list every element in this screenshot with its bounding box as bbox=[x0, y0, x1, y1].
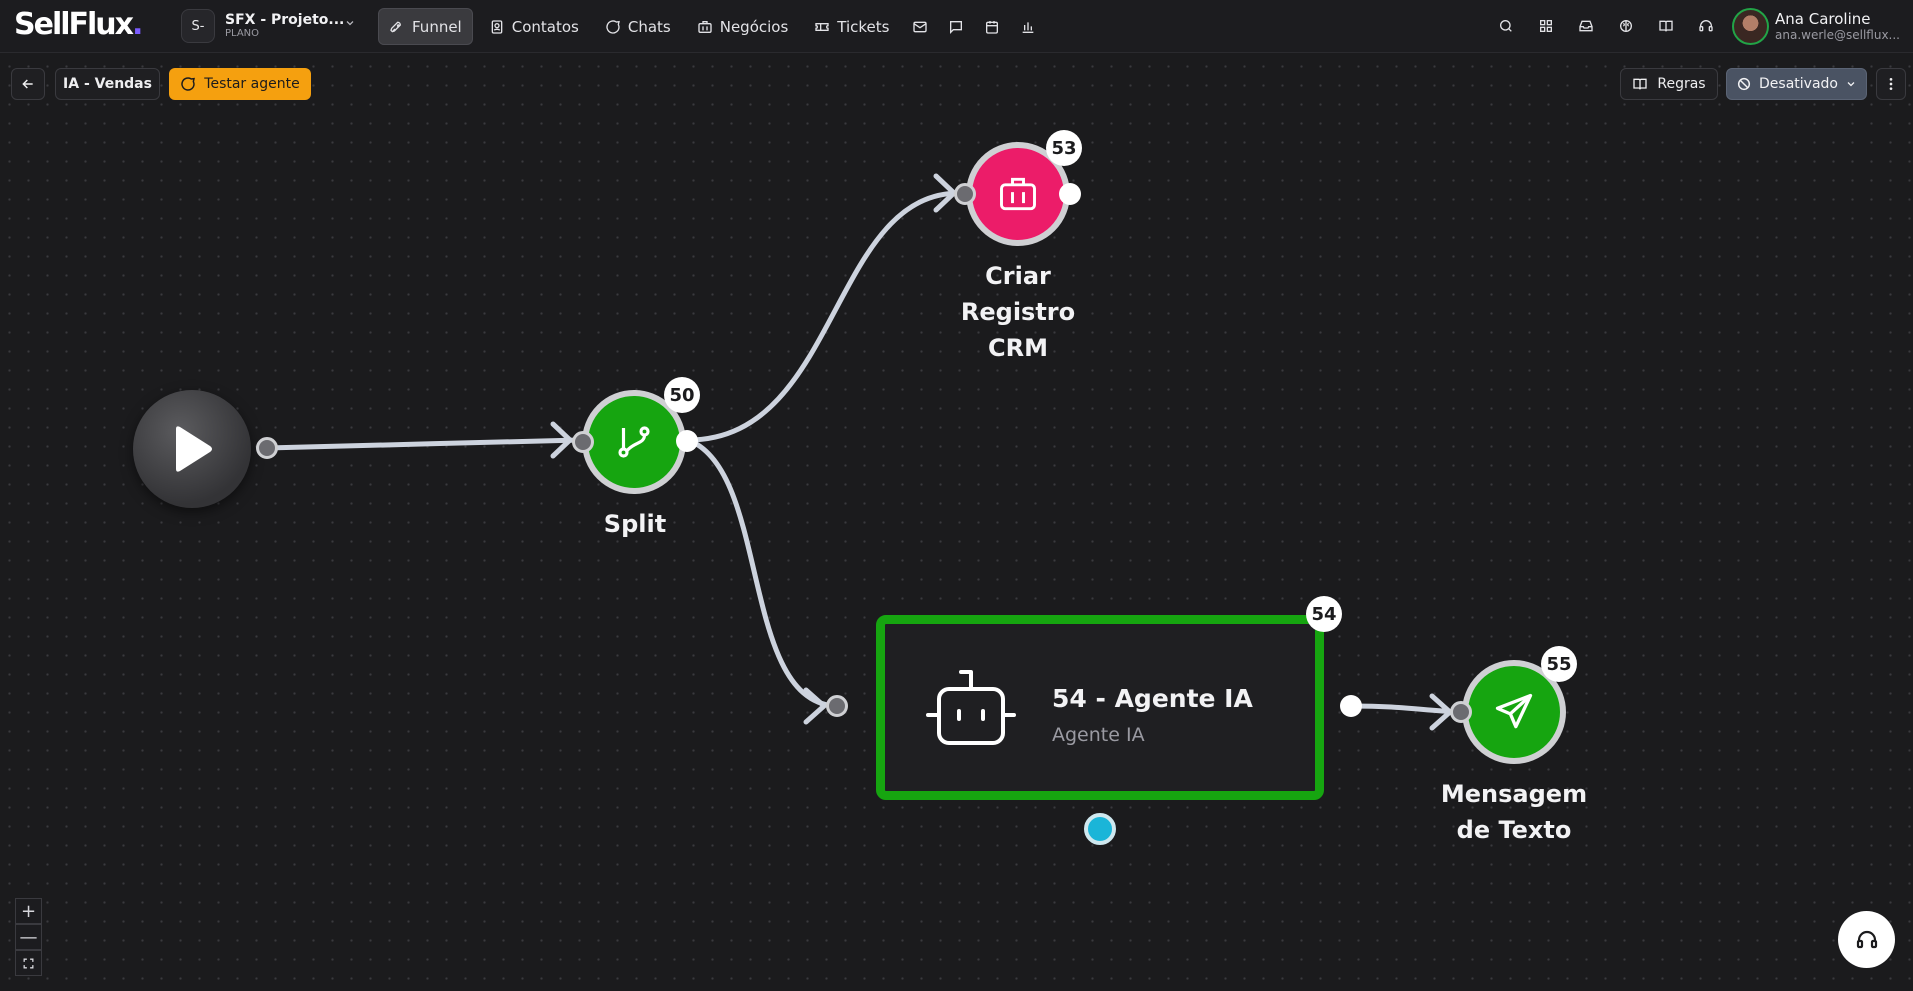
split-output-port[interactable] bbox=[676, 430, 698, 452]
help-chat-button[interactable] bbox=[1838, 911, 1895, 968]
edge-start-split[interactable] bbox=[264, 437, 583, 451]
fit-view-button[interactable] bbox=[15, 950, 42, 976]
zoom-out-button[interactable]: — bbox=[15, 924, 42, 950]
message-node-number: 55 bbox=[1541, 646, 1577, 682]
headset-icon bbox=[1856, 930, 1877, 948]
message-label-line: Mensagem bbox=[1440, 780, 1588, 808]
agent-node-subtitle: Agente IA bbox=[1052, 724, 1145, 746]
split-input-port[interactable] bbox=[572, 431, 594, 453]
crm-node-number: 53 bbox=[1046, 130, 1082, 166]
arrow-head bbox=[803, 687, 828, 725]
agent-input-port[interactable] bbox=[826, 695, 848, 717]
ai-agent-node[interactable]: 54 - Agente IA Agente IA bbox=[876, 615, 1324, 800]
start-output-port[interactable] bbox=[256, 437, 278, 459]
message-input-port[interactable] bbox=[1450, 701, 1472, 723]
briefcase-icon bbox=[1000, 177, 1036, 211]
edge-split-agent[interactable] bbox=[685, 437, 838, 709]
flow-connections bbox=[264, 173, 1461, 731]
split-node-label: Split bbox=[603, 510, 667, 538]
zoom-in-button[interactable]: + bbox=[15, 898, 42, 924]
start-node[interactable] bbox=[133, 390, 251, 508]
crm-label-line: Criar bbox=[985, 262, 1051, 290]
crm-label-line: CRM bbox=[988, 334, 1048, 362]
zoom-controls: + — bbox=[15, 898, 42, 976]
crm-node-label: Criar Registro CRM bbox=[930, 258, 1106, 366]
play-icon bbox=[176, 426, 212, 472]
message-node-label: Mensagem de Texto bbox=[1430, 776, 1598, 848]
crm-input-port[interactable] bbox=[954, 183, 976, 205]
agent-node-title: 54 - Agente IA bbox=[1052, 684, 1253, 713]
edge-split-crm[interactable] bbox=[685, 190, 965, 443]
crm-label-line: Registro bbox=[960, 298, 1076, 326]
agent-tools-port[interactable] bbox=[1084, 813, 1116, 845]
crm-output-port[interactable] bbox=[1059, 183, 1081, 205]
split-node-number: 50 bbox=[664, 377, 700, 413]
message-label-line: de Texto bbox=[1456, 816, 1572, 844]
git-branch-icon bbox=[618, 426, 650, 458]
send-icon bbox=[1495, 693, 1533, 729]
robot-icon bbox=[926, 670, 1016, 745]
fullscreen-icon bbox=[23, 958, 34, 968]
agent-output-port[interactable] bbox=[1340, 695, 1362, 717]
agent-node-number: 54 bbox=[1306, 596, 1342, 632]
